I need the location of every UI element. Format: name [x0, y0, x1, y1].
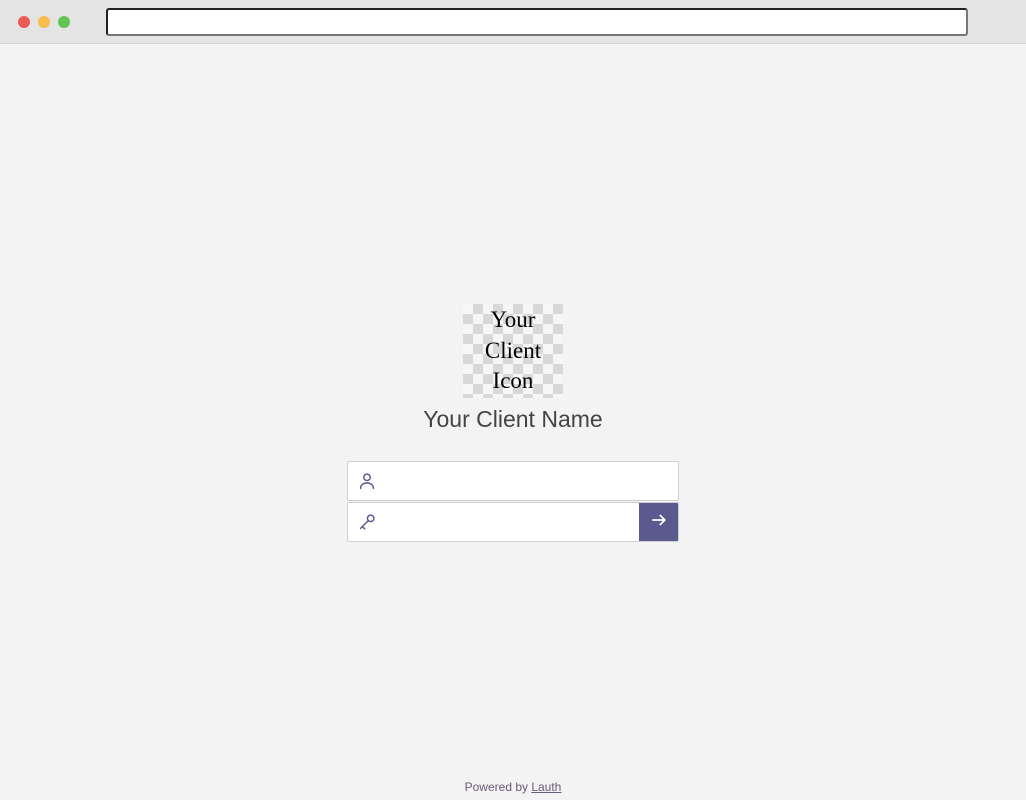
footer-link[interactable]: Lauth	[531, 780, 561, 794]
password-field-container	[347, 502, 679, 542]
maximize-window-button[interactable]	[58, 16, 70, 28]
footer: Powered by Lauth	[8, 780, 1018, 794]
username-input[interactable]	[386, 462, 678, 500]
arrow-right-icon	[649, 510, 669, 535]
footer-prefix: Powered by	[465, 780, 532, 794]
submit-button[interactable]	[639, 502, 679, 542]
client-icon-text: Your Client Icon	[485, 305, 541, 397]
password-input[interactable]	[386, 503, 639, 541]
minimize-window-button[interactable]	[38, 16, 50, 28]
page-viewport: Your Client Icon Your Client Name	[0, 44, 1026, 800]
key-icon	[348, 503, 386, 541]
close-window-button[interactable]	[18, 16, 30, 28]
login-form: Your Client Icon Your Client Name	[347, 304, 679, 542]
client-name-label: Your Client Name	[347, 406, 679, 433]
browser-chrome	[0, 0, 1026, 44]
address-bar[interactable]	[106, 8, 968, 36]
user-icon	[348, 462, 386, 500]
username-field-container	[347, 461, 679, 501]
client-icon-placeholder: Your Client Icon	[463, 304, 563, 398]
